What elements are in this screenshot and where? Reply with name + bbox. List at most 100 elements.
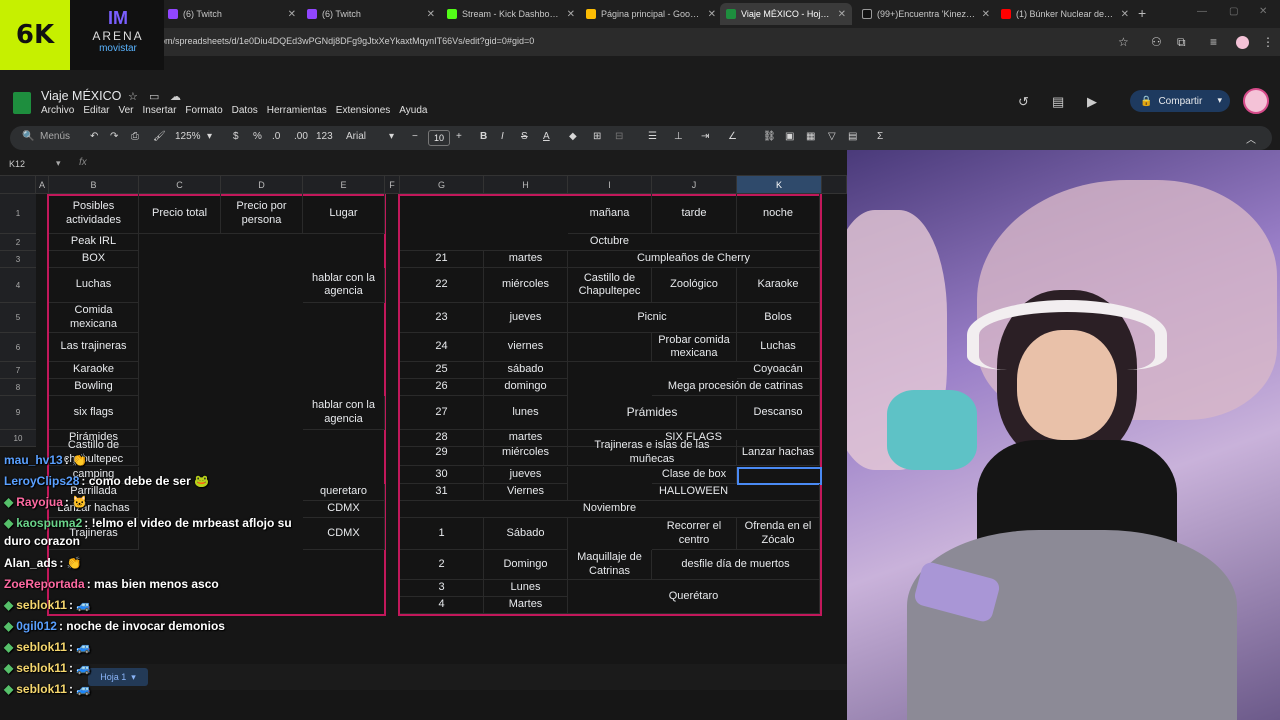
menu-extensiones[interactable]: Extensiones [336, 105, 390, 116]
decrease-decimal-button[interactable]: .0 [272, 131, 280, 142]
plan-cell[interactable]: Trajineras e islas de las muñecas [568, 440, 737, 466]
header-total-price[interactable]: Precio total [139, 194, 221, 234]
browser-tab[interactable]: Página principal - Google ✕ [586, 3, 716, 25]
day-cell[interactable]: 23 [400, 303, 484, 333]
plan-cell[interactable]: desfile día de muertos [652, 550, 820, 580]
filter-icon[interactable]: ▽ [828, 131, 836, 142]
increase-decimal-button[interactable]: .00 [294, 131, 308, 142]
row-header[interactable]: 6 [0, 333, 36, 362]
month-label-november[interactable]: Noviembre [400, 501, 820, 518]
weekday-cell[interactable]: miércoles [484, 268, 568, 303]
place-cell[interactable]: hablar con la agencia [303, 396, 385, 430]
text-rotation-icon[interactable]: ∠ [728, 131, 737, 142]
column-header[interactable]: B [49, 176, 139, 194]
row-header[interactable]: 1 [0, 194, 36, 234]
plan-cell[interactable]: Zoológico [652, 268, 737, 303]
row-header[interactable]: 2 [0, 234, 36, 251]
day-cell[interactable]: 31 [400, 484, 484, 501]
plan-cell-empty[interactable] [568, 333, 652, 362]
selected-cell[interactable] [737, 467, 822, 485]
menu-archivo[interactable]: Archivo [41, 105, 74, 116]
select-all-corner[interactable] [0, 176, 36, 194]
cloud-status-icon[interactable]: ☁ [170, 90, 181, 103]
puzzle-icon[interactable]: ⧉ [1177, 35, 1186, 50]
row-header[interactable]: 10 [0, 430, 36, 447]
row-header[interactable]: 3 [0, 251, 36, 268]
browser-tab[interactable]: (6) Twitch ✕ [307, 3, 435, 25]
weekday-cell[interactable]: miércoles [484, 440, 568, 466]
functions-icon[interactable]: Σ [877, 131, 883, 142]
sheets-logo-icon[interactable] [13, 92, 31, 114]
column-header[interactable]: H [484, 176, 568, 194]
url-field[interactable]: om/spreadsheets/d/1e0Diu4DQEd3wPGNdj8DFg… [160, 36, 534, 46]
meet-icon[interactable]: ▶ [1087, 94, 1097, 110]
browser-tab-active[interactable]: Viaje MÉXICO - Hojas de✕ [720, 3, 852, 25]
day-cell[interactable]: 1 [400, 518, 484, 550]
avatar[interactable] [1243, 88, 1269, 114]
close-tab-icon[interactable]: ✕ [427, 9, 435, 20]
row-header[interactable]: 5 [0, 303, 36, 333]
name-box[interactable]: K12 [9, 159, 25, 169]
menu-datos[interactable]: Datos [232, 105, 258, 116]
paint-format-icon[interactable]: 🖌 [153, 131, 166, 142]
browser-tab[interactable]: (99+)Encuentra 'Kinezis' e ✕ [862, 3, 990, 25]
column-header[interactable]: I [568, 176, 652, 194]
chevron-down-icon[interactable]: ▾ [207, 131, 212, 142]
activity-cell[interactable]: Bowling [49, 379, 139, 396]
document-title[interactable]: Viaje MÉXICO [41, 89, 121, 103]
italic-icon[interactable]: I [501, 131, 504, 142]
plan-cell[interactable]: Cumpleaños de Cherry [568, 251, 820, 268]
close-tab-icon[interactable]: ✕ [567, 9, 575, 20]
collapse-toolbar-icon[interactable]: ︿ [1246, 131, 1256, 146]
weekday-cell[interactable]: jueves [484, 467, 568, 484]
row-header[interactable]: 9 [0, 396, 36, 430]
row-header[interactable]: 7 [0, 362, 36, 379]
day-cell[interactable]: 22 [400, 268, 484, 303]
chart-icon[interactable]: ▦ [806, 131, 815, 142]
column-header[interactable]: D [221, 176, 303, 194]
weekday-cell[interactable]: domingo [484, 379, 568, 396]
close-tab-icon[interactable]: ✕ [288, 9, 296, 20]
share-button[interactable]: 🔒 Compartir ▾ [1130, 90, 1230, 112]
place-cell[interactable]: CDMX [303, 518, 385, 550]
history-icon[interactable]: ↺ [1018, 94, 1029, 110]
decrease-font-icon[interactable]: − [412, 131, 418, 142]
weekday-cell[interactable]: Domingo [484, 550, 568, 580]
day-cell[interactable]: 3 [400, 580, 484, 597]
weekday-cell[interactable]: Sábado [484, 518, 568, 550]
column-header[interactable]: A [36, 176, 49, 194]
profile-icon[interactable] [1236, 36, 1249, 49]
activity-cell[interactable]: six flags [49, 396, 139, 430]
chevron-down-icon[interactable]: ▾ [389, 131, 394, 142]
font-size-input[interactable]: 10 [428, 130, 450, 146]
column-header[interactable]: E [303, 176, 385, 194]
star-icon[interactable]: ☆ [128, 90, 138, 103]
font-select[interactable]: Arial [346, 131, 366, 142]
close-tab-icon[interactable]: ✕ [708, 9, 716, 20]
plan-cell[interactable]: Querétaro [568, 580, 820, 614]
new-tab-icon[interactable]: + [1138, 5, 1146, 21]
align-left-icon[interactable]: ☰ [648, 131, 657, 142]
minimize-icon[interactable]: — [1197, 6, 1207, 17]
place-cell[interactable]: queretaro [303, 484, 385, 501]
weekday-cell[interactable]: Lunes [484, 580, 568, 597]
link-icon[interactable]: ⛓ [763, 131, 776, 142]
percent-button[interactable]: % [253, 131, 262, 142]
menu-insertar[interactable]: Insertar [143, 105, 177, 116]
bookmark-star-icon[interactable]: ☆ [1118, 35, 1129, 49]
plan-cell[interactable]: Ofrenda en el Zócalo [737, 518, 820, 550]
text-color-icon[interactable]: A [543, 131, 550, 142]
month-label-october[interactable]: Octubre [400, 234, 820, 251]
header-morning[interactable]: mañana [568, 194, 652, 234]
activity-cell[interactable]: BOX [49, 251, 139, 268]
chevron-down-icon[interactable]: ▾ [56, 158, 61, 169]
header-activities[interactable]: Posibles actividades [49, 194, 139, 234]
plan-cell[interactable]: Clase de box [652, 467, 737, 484]
comments-icon[interactable]: ▤ [1052, 94, 1064, 110]
day-cell[interactable]: 24 [400, 333, 484, 362]
activity-cell[interactable]: Comida mexicana [49, 303, 139, 333]
plan-cell[interactable]: HALLOWEEN [568, 484, 820, 501]
kebab-menu-icon[interactable]: ⋮ [1262, 35, 1274, 49]
day-cell[interactable]: 2 [400, 550, 484, 580]
text-wrap-icon[interactable]: ⇥ [701, 131, 709, 142]
